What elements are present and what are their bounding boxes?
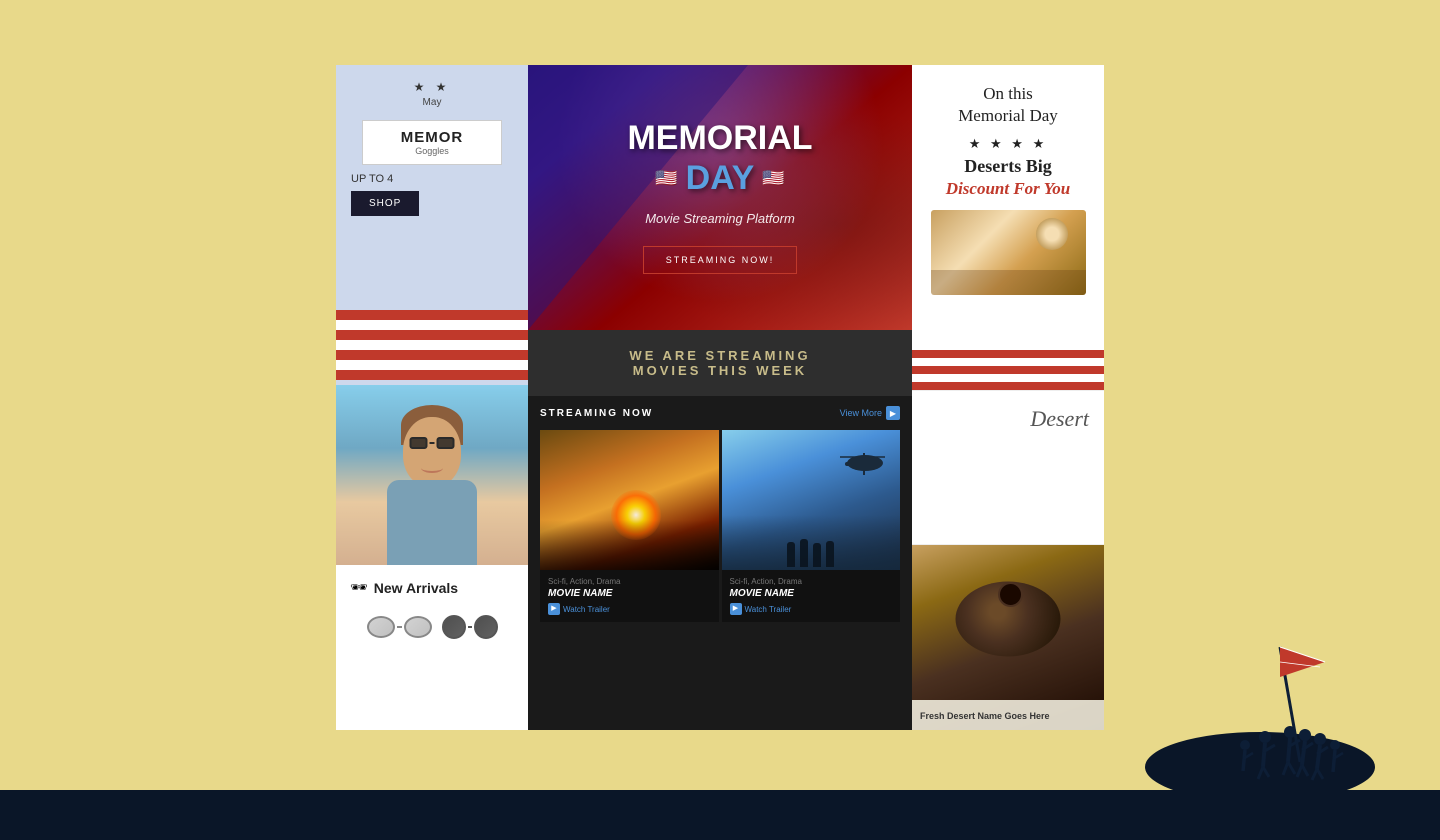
soldiers-silhouette (722, 515, 901, 570)
dessert-plate-name: Fresh Desert Name Goes Here (920, 711, 1050, 721)
movie-2-thumb (722, 430, 901, 570)
left-up-to: UP TO 4 (351, 173, 393, 185)
hero-day: DAY (686, 159, 755, 198)
person-face (403, 417, 461, 487)
right-column: On this Memorial Day ★ ★ ★ ★ Deserts Big… (912, 65, 1104, 730)
hero-subtitle: Movie Streaming Platform (645, 210, 795, 228)
left-person-section (336, 385, 528, 565)
helicopter-silhouette (835, 445, 890, 475)
movie-1-name: MOVIE NAME (548, 588, 711, 599)
plate-background: Fresh Desert Name Goes Here (912, 545, 1104, 730)
sunglass-silver (364, 608, 434, 646)
center-column: MEMORIAL 🇺🇸 DAY 🇺🇸 Movie Streaming Platf… (528, 65, 912, 730)
left-badge-title: MEMOR (373, 129, 491, 146)
cookie-top (998, 582, 1023, 607)
sunglasses-icon: 🕶 (350, 579, 368, 596)
arrivals-title: New Arrivals (374, 580, 458, 596)
left-shop-button[interactable]: SHOP (351, 191, 419, 216)
movie-2-info: Sci-fi, Action, Drama MOVIE NAME ▶ Watch… (722, 570, 901, 622)
left-badge: MEMOR Goggles (362, 120, 502, 165)
left-column: ★ ★ May MEMOR Goggles UP TO 4 SHOP (336, 65, 528, 730)
dessert-image (931, 210, 1086, 295)
left-stars: ★ ★ (414, 80, 451, 94)
view-more-icon: ▶ (886, 406, 900, 420)
streaming-header: STREAMING NOW View More ▶ (540, 406, 900, 420)
movie-grid: Sci-fi, Action, Drama MOVIE NAME ▶ Watch… (540, 430, 900, 622)
watch-trailer-1[interactable]: ▶ Watch Trailer (548, 603, 711, 615)
streaming-now-button[interactable]: STREAMING NOW! (643, 246, 798, 274)
right-desert-label: Desert (912, 390, 1104, 545)
person-glasses (410, 437, 455, 449)
right-dessert-plate: Fresh Desert Name Goes Here (912, 545, 1104, 730)
iwo-jima-silhouette (1145, 607, 1375, 792)
right-on-this: On this (983, 83, 1033, 105)
banner-line2: MOVIES THIS WEEK (546, 363, 894, 378)
streaming-section: STREAMING NOW View More ▶ (528, 396, 912, 730)
left-arrivals-section: 🕶 New Arrivals (336, 565, 528, 730)
left-flag-emoji: 🇺🇸 (655, 168, 677, 189)
movie-card-1: Sci-fi, Action, Drama MOVIE NAME ▶ Watch… (540, 430, 719, 622)
left-flag (336, 310, 528, 385)
person-body (387, 480, 477, 565)
right-memorial-day: Memorial Day (958, 105, 1058, 127)
sunglasses-display (350, 608, 514, 646)
watch-trailer-2[interactable]: ▶ Watch Trailer (730, 603, 893, 615)
sunglass-dark (440, 608, 500, 646)
arrivals-header: 🕶 New Arrivals (350, 579, 514, 596)
person-smile (421, 463, 443, 473)
right-flag-emoji: 🇺🇸 (762, 168, 784, 189)
right-deserts-big: Deserts Big (964, 156, 1051, 178)
movie-2-name: MOVIE NAME (730, 588, 893, 599)
movie-card-2: Sci-fi, Action, Drama MOVIE NAME ▶ Watch… (722, 430, 901, 622)
movie-1-soldiers (540, 520, 719, 570)
banner-line1: WE ARE STREAMING (546, 348, 894, 363)
main-container: ★ ★ May MEMOR Goggles UP TO 4 SHOP (336, 65, 1104, 730)
movie-2-genre: Sci-fi, Action, Drama (730, 577, 893, 586)
movie-1-genre: Sci-fi, Action, Drama (548, 577, 711, 586)
hero-flag-day-row: 🇺🇸 DAY 🇺🇸 (655, 159, 785, 198)
right-stars: ★ ★ ★ ★ (969, 136, 1047, 152)
dessert-name-label: Fresh Desert Name Goes Here (912, 700, 1104, 730)
left-badge-sub: Goggles (373, 146, 491, 156)
right-discount-banner: On this Memorial Day ★ ★ ★ ★ Deserts Big… (912, 65, 1104, 390)
bottom-bar (0, 790, 1440, 840)
left-date: May (423, 97, 442, 108)
hero-section: MEMORIAL 🇺🇸 DAY 🇺🇸 Movie Streaming Platf… (528, 65, 912, 330)
streaming-label: STREAMING NOW (540, 408, 653, 419)
movie-1-info: Sci-fi, Action, Drama MOVIE NAME ▶ Watch… (540, 570, 719, 622)
desert-text: Desert (1030, 406, 1089, 432)
hero-content: MEMORIAL 🇺🇸 DAY 🇺🇸 Movie Streaming Platf… (528, 65, 912, 330)
right-flag-stripes (912, 350, 1104, 390)
hero-memorial: MEMORIAL (627, 121, 812, 155)
left-shop-banner: ★ ★ May MEMOR Goggles UP TO 4 SHOP (336, 65, 528, 385)
center-banner: WE ARE STREAMING MOVIES THIS WEEK (528, 330, 912, 396)
person-bg (336, 385, 528, 565)
movie-1-thumb (540, 430, 719, 570)
right-discount: Discount For You (946, 178, 1070, 200)
view-more-link[interactable]: View More ▶ (840, 406, 900, 420)
